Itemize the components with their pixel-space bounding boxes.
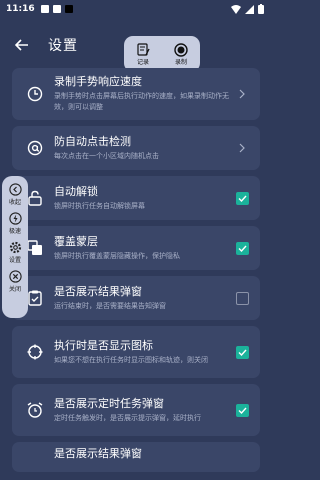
setting-title: 录制手势响应速度	[54, 75, 142, 88]
chevron-right-icon	[234, 89, 250, 99]
setting-result-popup[interactable]: 是否展示结果弹窗 运行结束时，是否需要结果告知弹窗	[12, 276, 260, 320]
status-icons	[231, 4, 264, 14]
setting-desc: 如果您不想在执行任务时显示图标和轨迹，则关闭	[54, 355, 208, 364]
back-button[interactable]	[4, 27, 40, 63]
chevron-right-icon	[234, 143, 250, 153]
battery-icon	[258, 4, 264, 14]
setting-desc: 锁屏时执行覆盖蒙层隐藏操作，保护隐私	[54, 251, 180, 260]
alarm-clock-icon	[22, 402, 48, 418]
check-icon	[238, 349, 247, 356]
setting-auto-unlock[interactable]: 自动解锁 锁屏时执行任务自动解锁屏幕	[12, 176, 260, 220]
check-icon	[238, 245, 247, 252]
record-label: 录制	[174, 58, 187, 66]
record-panel: 记录 录制	[124, 36, 200, 72]
check-icon	[238, 195, 247, 202]
notification-icon	[40, 5, 49, 13]
setting-title: 防自动点击检测	[54, 134, 131, 148]
overlay-mask-checkbox[interactable]	[235, 241, 249, 255]
result-popup-checkbox[interactable]	[235, 291, 249, 305]
setting-title: 是否展示结果弹窗	[54, 284, 142, 298]
setting-desc: 每次点击在一个小区域内随机点击	[54, 151, 159, 160]
settings-label: 设置	[8, 257, 21, 264]
back-arrow-icon	[15, 39, 28, 51]
setting-desc: 运行结束时，是否需要结果告知弹窗	[54, 301, 166, 310]
record-button[interactable]: 录制	[174, 42, 188, 66]
setting-title: 自动解锁	[54, 184, 98, 198]
close-label: 关闭	[8, 286, 21, 293]
signal-icon	[245, 4, 254, 14]
clock: 11:16	[6, 4, 35, 14]
setting-title: 是否展示定时任务弹窗	[54, 396, 164, 410]
setting-record-speed[interactable]: 录制手势响应速度 录制手势时点击屏幕后执行动作的速度，如果录制动作无效，则可以调…	[12, 68, 260, 120]
lightning-icon	[8, 211, 22, 225]
notification-icon-2	[52, 5, 61, 13]
setting-title: 覆盖蒙层	[54, 234, 98, 248]
crosshair-icon	[22, 344, 48, 360]
close-button[interactable]: 关闭	[8, 269, 22, 293]
collapse-button[interactable]: 收起	[8, 182, 22, 206]
settings-button[interactable]: 设置	[8, 240, 22, 264]
settings-list: 录制手势响应速度 录制手势时点击屏幕后执行动作的速度，如果录制动作无效，则可以调…	[12, 68, 260, 478]
clock-icon	[22, 86, 48, 102]
record-list-button[interactable]: 记录	[136, 43, 150, 66]
setting-timer-popup[interactable]: 是否展示定时任务弹窗 定时任务触发时，是否展示提示弹窗，延时执行	[12, 384, 260, 436]
page-title: 设置	[48, 38, 78, 54]
collapse-label: 收起	[8, 199, 21, 206]
setting-result-popup-2[interactable]: 是否展示结果弹窗	[12, 442, 260, 472]
floating-side-panel: 收起 极速 设置 关闭	[2, 176, 28, 318]
check-icon	[238, 407, 247, 414]
setting-desc: 锁屏时执行任务自动解锁屏幕	[54, 201, 145, 210]
setting-title: 执行时是否显示图标	[54, 338, 153, 352]
record-icon	[174, 42, 188, 57]
speed-button[interactable]: 极速	[8, 211, 22, 235]
wifi-icon	[231, 4, 241, 14]
record-list-label: 记录	[136, 58, 149, 66]
show-icon-checkbox[interactable]	[235, 345, 249, 359]
auto-unlock-checkbox[interactable]	[235, 191, 249, 205]
setting-anti-click-detect[interactable]: 防自动点击检测 每次点击在一个小区域内随机点击	[12, 126, 260, 170]
setting-desc: 定时任务触发时，是否展示提示弹窗，延时执行	[54, 413, 201, 422]
chevron-left-circle-icon	[8, 182, 22, 196]
notification-icon-3	[64, 5, 73, 13]
speed-label: 极速	[8, 228, 21, 235]
setting-show-icon[interactable]: 执行时是否显示图标 如果您不想在执行任务时显示图标和轨迹，则关闭	[12, 326, 260, 378]
setting-desc: 录制手势时点击屏幕后执行动作的速度，如果录制动作无效，则可以调整	[54, 92, 229, 111]
timer-popup-checkbox[interactable]	[235, 403, 249, 417]
setting-title: 是否展示结果弹窗	[54, 447, 142, 460]
edit-list-icon	[136, 43, 150, 57]
close-circle-icon	[8, 269, 22, 283]
at-sign-icon	[22, 140, 48, 156]
setting-overlay-mask[interactable]: 覆盖蒙层 锁屏时执行覆盖蒙层隐藏操作，保护隐私	[12, 226, 260, 270]
gear-icon	[8, 240, 22, 254]
status-bar: 11:16	[0, 0, 270, 18]
